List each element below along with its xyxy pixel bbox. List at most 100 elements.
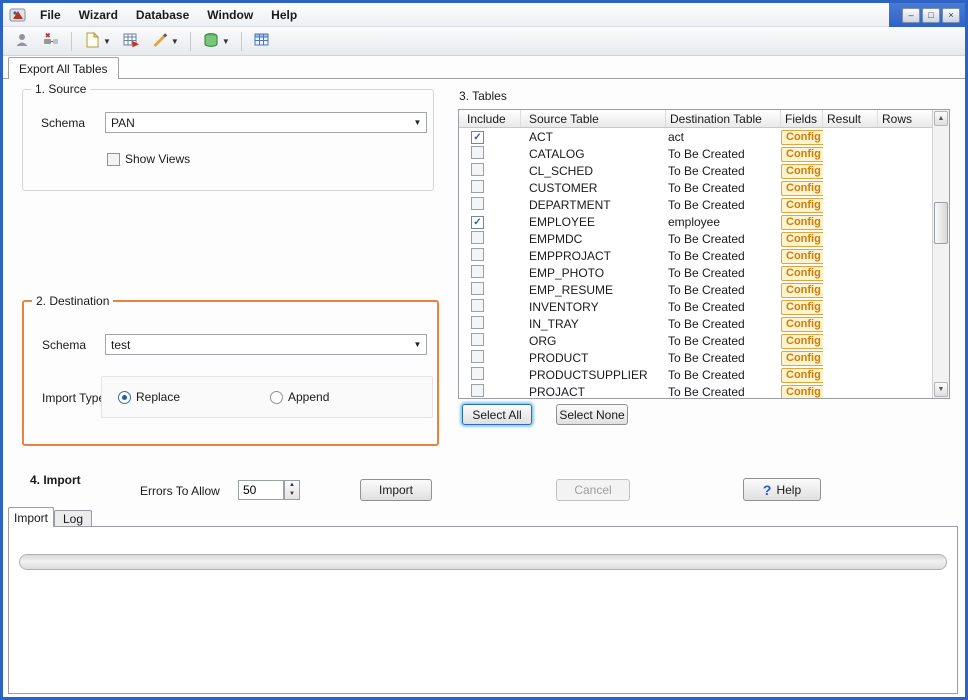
row-config-button[interactable]: Config bbox=[781, 180, 823, 196]
column-header-rows[interactable]: Rows bbox=[878, 110, 931, 127]
database-green-icon bbox=[202, 31, 220, 52]
spinner-up-icon[interactable]: ▲ bbox=[285, 481, 299, 490]
row-config-button[interactable]: Config bbox=[781, 367, 823, 383]
import-button[interactable]: Import bbox=[360, 479, 432, 501]
errors-spinner[interactable]: ▲ ▼ bbox=[284, 480, 300, 500]
table-view-button[interactable] bbox=[249, 28, 275, 55]
import-type-label: Import Type bbox=[42, 391, 106, 405]
row-config-button[interactable]: Config bbox=[781, 248, 823, 264]
row-source-table: CATALOG bbox=[529, 146, 585, 161]
menu-wizard[interactable]: Wizard bbox=[70, 5, 127, 25]
spinner-down-icon[interactable]: ▼ bbox=[285, 490, 299, 499]
row-include-checkbox[interactable] bbox=[471, 332, 484, 346]
tab-export-all-tables[interactable]: Export All Tables bbox=[8, 57, 119, 79]
row-config-button[interactable]: Config bbox=[781, 265, 823, 281]
row-include-checkbox[interactable] bbox=[471, 230, 484, 244]
row-include-checkbox[interactable]: ✓ bbox=[471, 216, 484, 229]
chevron-down-icon[interactable]: ▼ bbox=[409, 340, 426, 349]
row-include-checkbox[interactable] bbox=[471, 145, 484, 159]
row-config-button[interactable]: Config bbox=[781, 282, 823, 298]
select-none-button[interactable]: Select None bbox=[556, 404, 628, 425]
row-config-button[interactable]: Config bbox=[781, 350, 823, 366]
radio-button-icon[interactable] bbox=[270, 390, 283, 404]
row-config-button[interactable]: Config bbox=[781, 231, 823, 247]
select-all-button[interactable]: Select All bbox=[462, 404, 532, 425]
tables-title: 3. Tables bbox=[459, 89, 507, 103]
column-header-fields[interactable]: Fields bbox=[781, 110, 823, 127]
row-include-checkbox[interactable] bbox=[471, 264, 484, 278]
database-green-button[interactable]: ▼ bbox=[198, 28, 234, 55]
row-source-table: PROJACT bbox=[529, 384, 586, 399]
menu-file[interactable]: File bbox=[31, 5, 70, 25]
row-include-checkbox[interactable] bbox=[471, 281, 484, 295]
scroll-down-icon[interactable]: ▼ bbox=[934, 382, 948, 397]
help-button[interactable]: ? Help bbox=[743, 478, 821, 501]
menu-database[interactable]: Database bbox=[127, 5, 198, 25]
row-include-checkbox[interactable] bbox=[471, 298, 484, 312]
minimize-button[interactable]: – bbox=[902, 7, 920, 23]
row-include-checkbox[interactable] bbox=[471, 162, 484, 176]
row-source-table: IN_TRAY bbox=[529, 316, 579, 331]
row-config-button[interactable]: Config bbox=[781, 333, 823, 349]
chevron-down-icon[interactable]: ▼ bbox=[409, 118, 426, 127]
user-key-icon bbox=[13, 31, 31, 52]
cancel-button[interactable]: Cancel bbox=[556, 479, 630, 501]
row-include-checkbox[interactable] bbox=[471, 247, 484, 261]
row-config-button[interactable]: Config bbox=[781, 316, 823, 332]
row-config-button[interactable]: Config bbox=[781, 163, 823, 179]
export-grid-icon bbox=[122, 31, 140, 52]
help-icon: ? bbox=[762, 481, 772, 498]
row-destination-table: To Be Created bbox=[668, 197, 745, 212]
replace-radio[interactable]: Replace bbox=[118, 390, 180, 404]
tables-scrollbar[interactable]: ▲ ▼ bbox=[932, 110, 949, 398]
row-include-checkbox[interactable] bbox=[471, 179, 484, 193]
connect-button[interactable] bbox=[38, 28, 64, 55]
window-controls: – □ × bbox=[889, 3, 965, 27]
menu-window[interactable]: Window bbox=[198, 5, 262, 25]
row-config-button[interactable]: Config bbox=[781, 129, 823, 145]
tab-log[interactable]: Log bbox=[54, 510, 92, 527]
row-include-checkbox[interactable] bbox=[471, 366, 484, 380]
chevron-down-icon[interactable]: ▼ bbox=[222, 37, 230, 46]
progress-bar bbox=[19, 554, 947, 570]
table-row: CATALOG To Be Created Config bbox=[459, 145, 932, 162]
row-include-checkbox[interactable]: ✓ bbox=[471, 131, 484, 144]
column-header-result[interactable]: Result bbox=[823, 110, 878, 127]
row-include-checkbox[interactable] bbox=[471, 315, 484, 329]
row-destination-table: To Be Created bbox=[668, 248, 745, 263]
row-include-checkbox[interactable] bbox=[471, 349, 484, 363]
chevron-down-icon[interactable]: ▼ bbox=[103, 37, 111, 46]
append-radio[interactable]: Append bbox=[270, 390, 329, 404]
wand-button[interactable]: ▼ bbox=[147, 28, 183, 55]
source-schema-combobox[interactable]: PAN ▼ bbox=[105, 112, 427, 133]
export-grid-button[interactable] bbox=[118, 28, 144, 55]
row-include-checkbox[interactable] bbox=[471, 383, 484, 397]
destination-schema-combobox[interactable]: test ▼ bbox=[105, 334, 427, 355]
chevron-down-icon[interactable]: ▼ bbox=[171, 37, 179, 46]
user-key-button[interactable] bbox=[9, 28, 35, 55]
close-button[interactable]: × bbox=[942, 7, 960, 23]
scrollbar-thumb[interactable] bbox=[934, 202, 948, 244]
row-config-button[interactable]: Config bbox=[781, 197, 823, 213]
row-config-button[interactable]: Config bbox=[781, 214, 823, 230]
row-config-button[interactable]: Config bbox=[781, 299, 823, 315]
restore-button[interactable]: □ bbox=[922, 7, 940, 23]
show-views-label: Show Views bbox=[125, 152, 191, 166]
menu-help[interactable]: Help bbox=[262, 5, 306, 25]
column-header-source-table[interactable]: Source Table bbox=[521, 110, 666, 127]
radio-button-icon[interactable] bbox=[118, 390, 131, 404]
errors-to-allow-input[interactable] bbox=[238, 480, 284, 500]
row-config-button[interactable]: Config bbox=[781, 384, 823, 398]
tab-import[interactable]: Import bbox=[8, 507, 54, 527]
row-include-checkbox[interactable] bbox=[471, 196, 484, 210]
show-views-checkbox[interactable]: Show Views bbox=[107, 152, 190, 166]
source-groupbox: 1. Source Schema PAN ▼ Show Views bbox=[22, 82, 434, 191]
scroll-up-icon[interactable]: ▲ bbox=[934, 111, 948, 126]
new-file-button[interactable]: ▼ bbox=[79, 28, 115, 55]
column-header-include[interactable]: Include bbox=[459, 110, 521, 127]
column-header-destination-table[interactable]: Destination Table bbox=[666, 110, 781, 127]
tab-strip: Export All Tables bbox=[3, 56, 965, 79]
row-config-button[interactable]: Config bbox=[781, 146, 823, 162]
checkbox-box[interactable] bbox=[107, 152, 120, 166]
table-row: PRODUCT To Be Created Config bbox=[459, 349, 932, 366]
